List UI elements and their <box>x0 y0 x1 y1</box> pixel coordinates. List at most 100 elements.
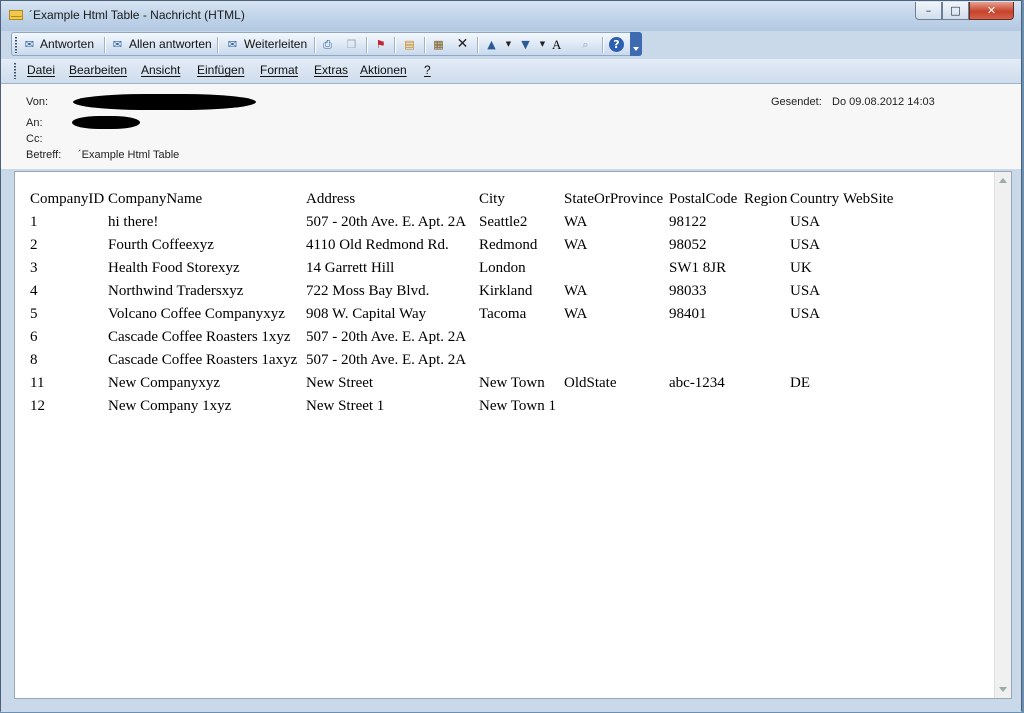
table-cell <box>744 352 790 375</box>
table-cell: Volcano Coffee Companyxyz <box>108 306 285 322</box>
table-cell <box>744 260 790 283</box>
table-cell: 98033 <box>669 283 707 299</box>
toolbar-separator <box>314 37 316 53</box>
table-cell <box>843 214 895 237</box>
table-cell: 4 <box>30 283 38 299</box>
reply-button[interactable]: Antworten <box>40 36 94 53</box>
table-cell <box>790 329 843 352</box>
reply-all-button[interactable]: Allen antworten <box>129 36 212 53</box>
message-body[interactable]: CompanyID CompanyName Address City State… <box>14 171 1012 699</box>
table-cell: Seattle2 <box>479 214 528 230</box>
redacted-sender <box>73 94 256 110</box>
categorize-icon[interactable]: ▦ <box>431 37 446 52</box>
toolbar-separator <box>394 37 396 53</box>
cc-label: Cc: <box>26 133 43 145</box>
column-header: Country <box>790 191 840 207</box>
table-cell <box>564 260 669 283</box>
menu-item-extras[interactable]: Extras <box>314 63 348 77</box>
table-cell: 98122 <box>669 214 707 230</box>
menu-item-einfuegen[interactable]: Einfügen <box>197 63 244 77</box>
window-title: ´Example Html Table - Nachricht (HTML) <box>29 8 245 22</box>
forward-icon[interactable]: ✉ <box>225 37 240 52</box>
close-button[interactable]: ✕ <box>969 2 1014 20</box>
table-cell: New Company 1xyz <box>108 398 232 414</box>
menu-grip[interactable] <box>14 63 16 79</box>
delete-icon[interactable]: ✕ <box>455 37 470 52</box>
table-cell: New Town <box>479 375 545 391</box>
table-cell: 3 <box>30 260 38 276</box>
column-header: WebSite <box>843 191 894 207</box>
toolbar-separator <box>424 37 426 53</box>
menu-item-format[interactable]: Format <box>260 63 298 77</box>
table-cell <box>744 398 790 421</box>
standard-toolbar: ✉ Antworten ✉ Allen antworten ✉ Weiterle… <box>11 32 642 56</box>
table-cell: Tacoma <box>479 306 527 322</box>
table-cell <box>843 329 895 352</box>
toolbar-separator <box>104 37 106 53</box>
table-row: 3 Health Food Storexyz 14 Garrett Hill Lond… <box>30 260 895 283</box>
table-cell <box>843 306 895 329</box>
table-cell: OldState <box>564 375 617 391</box>
table-cell: 98401 <box>669 306 707 322</box>
menu-item-help[interactable]: ? <box>424 63 431 77</box>
scroll-down-icon[interactable] <box>999 687 1007 692</box>
table-cell: 11 <box>30 375 45 391</box>
print-icon[interactable]: ⎙ <box>320 37 335 52</box>
to-label: An: <box>26 117 43 129</box>
table-cell: WA <box>564 306 588 322</box>
table-cell: 507 - 20th Ave. E. Apt. 2A <box>306 214 467 230</box>
reply-icon[interactable]: ✉ <box>22 37 37 52</box>
minimize-button[interactable]: – <box>915 2 942 20</box>
table-row: 8 Cascade Coffee Roasters 1axyz 507 - 20th… <box>30 352 895 375</box>
table-cell <box>744 283 790 306</box>
table-cell <box>564 352 669 375</box>
table-row: 11 New Companyxyz New Street New Town OldSta… <box>30 375 895 398</box>
table-cell: 14 Garrett Hill <box>306 260 395 276</box>
table-cell: New Town 1 <box>479 398 556 414</box>
table-cell: 5 <box>30 306 38 322</box>
menu-item-ansicht[interactable]: Ansicht <box>141 63 180 77</box>
next-dropdown-icon[interactable]: ▼ <box>535 37 550 52</box>
reply-all-icon[interactable]: ✉ <box>110 37 125 52</box>
scroll-up-icon[interactable] <box>999 178 1007 183</box>
sent-label: Gesendet: <box>771 96 822 108</box>
table-row: 1 hi there! 507 - 20th Ave. E. Apt. 2A Seat… <box>30 214 895 237</box>
maximize-button[interactable]: □ <box>942 2 969 20</box>
move-to-folder-icon[interactable]: ▤ <box>402 37 417 52</box>
table-cell: WA <box>564 237 588 253</box>
forward-button[interactable]: Weiterleiten <box>244 36 307 53</box>
table-cell <box>843 352 895 375</box>
column-header: City <box>479 191 505 207</box>
flag-icon[interactable]: ⚑ <box>373 37 388 52</box>
table-cell: USA <box>790 283 821 299</box>
table-cell <box>479 352 564 375</box>
menu-item-datei[interactable]: Datei <box>27 63 55 77</box>
menu-bar: Datei Bearbeiten Ansicht Einfügen Format… <box>1 59 1021 84</box>
table-cell <box>669 329 744 352</box>
vertical-scrollbar[interactable] <box>994 172 1011 698</box>
copy-icon[interactable]: ❐ <box>344 37 359 52</box>
column-header: CompanyName <box>108 191 203 207</box>
menu-item-bearbeiten[interactable]: Bearbeiten <box>69 63 127 77</box>
previous-item-icon[interactable]: ▲ <box>484 37 499 52</box>
column-header: StateOrProvince <box>564 191 664 207</box>
help-icon[interactable]: ? <box>609 37 624 52</box>
title-bar[interactable]: ´Example Html Table - Nachricht (HTML) –… <box>1 1 1021 31</box>
table-row: 12 New Company 1xyz New Street 1 New Town 1 <box>30 398 895 421</box>
column-header: PostalCode <box>669 191 738 207</box>
table-cell <box>564 398 669 421</box>
menu-item-aktionen[interactable]: Aktionen <box>360 63 407 77</box>
table-cell <box>843 283 895 306</box>
table-cell: Health Food Storexyz <box>108 260 240 276</box>
table-cell <box>843 398 895 421</box>
next-item-icon[interactable]: ▼ <box>518 37 533 52</box>
font-size-button[interactable]: A <box>552 36 561 53</box>
previous-dropdown-icon[interactable]: ▼ <box>501 37 516 52</box>
toolbar-separator <box>477 37 479 53</box>
table-cell: SW1 8JR <box>669 260 727 276</box>
find-icon[interactable]: ⌕ <box>578 37 593 52</box>
table-row: 4 Northwind Tradersxyz 722 Moss Bay Blvd. K… <box>30 283 895 306</box>
table-cell: 1 <box>30 214 38 230</box>
toolbar-options-icon[interactable] <box>630 32 642 56</box>
toolbar-grip[interactable] <box>15 37 17 53</box>
